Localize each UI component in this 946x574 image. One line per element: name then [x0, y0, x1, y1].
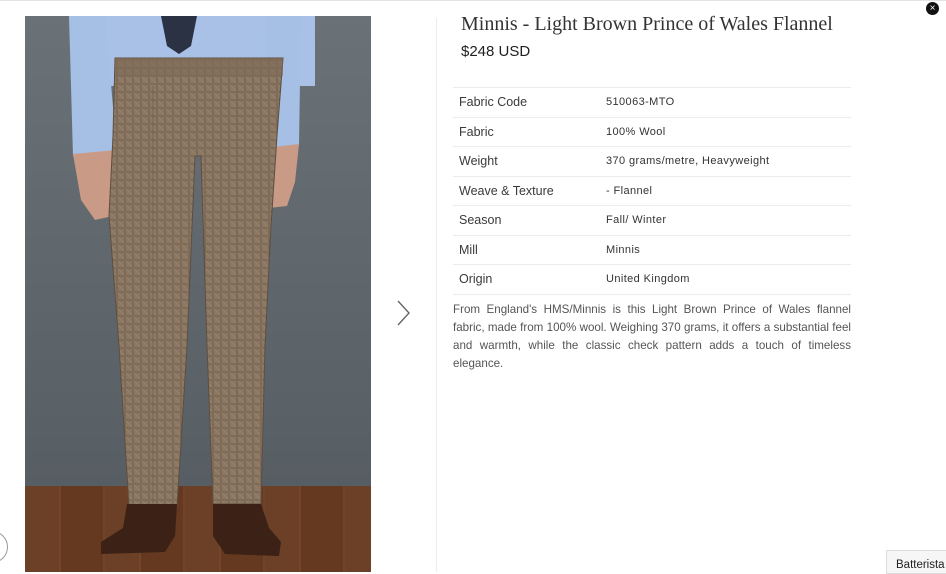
- spec-label: Season: [459, 213, 502, 228]
- product-description: From England's HMS/Minnis is this Light …: [453, 303, 851, 370]
- spec-label: Mill: [459, 242, 478, 257]
- spec-value: 510063-MTO: [606, 96, 675, 109]
- spec-value: Fall/ Winter: [606, 214, 667, 227]
- spec-row-mill: Mill Minnis: [453, 234, 851, 265]
- spec-row-origin: Origin United Kingdom: [453, 264, 851, 295]
- spec-row-fabric: Fabric 100% Wool: [453, 116, 851, 147]
- spec-row-fabric-code: Fabric Code 510063-MTO: [453, 87, 851, 117]
- spec-label: Origin: [459, 272, 493, 287]
- spec-row-season: Season Fall/ Winter: [453, 205, 851, 235]
- spec-label: Fabric: [459, 124, 494, 139]
- trousers-illustration: [69, 16, 315, 556]
- spec-value: 370 grams/metre, Heavyweight: [606, 155, 770, 168]
- chat-tab[interactable]: Batterista: [886, 550, 946, 574]
- spec-row-weave-texture: Weave & Texture - Flannel: [453, 175, 851, 206]
- spec-value: - Flannel: [606, 184, 653, 197]
- spec-label: Weight: [459, 154, 498, 169]
- product-title: Minnis - Light Brown Prince of Wales Fla…: [461, 13, 833, 35]
- spec-value: 100% Wool: [606, 125, 666, 138]
- top-border: [0, 0, 946, 1]
- spec-label: Fabric Code: [459, 95, 528, 110]
- product-image: [25, 16, 371, 572]
- close-icon[interactable]: ×: [926, 2, 939, 15]
- spec-row-weight: Weight 370 grams/metre, Heavyweight: [453, 146, 851, 176]
- chevron-right-icon[interactable]: [392, 298, 414, 328]
- divider: [436, 18, 437, 572]
- spec-label: Weave & Texture: [459, 183, 554, 198]
- product-price: $248 USD: [461, 43, 531, 60]
- spec-value: United Kingdom: [606, 273, 690, 286]
- previous-button[interactable]: [0, 531, 8, 563]
- spec-value: Minnis: [606, 243, 641, 256]
- spec-table: Fabric Code 510063-MTO Fabric 100% Wool …: [453, 87, 851, 295]
